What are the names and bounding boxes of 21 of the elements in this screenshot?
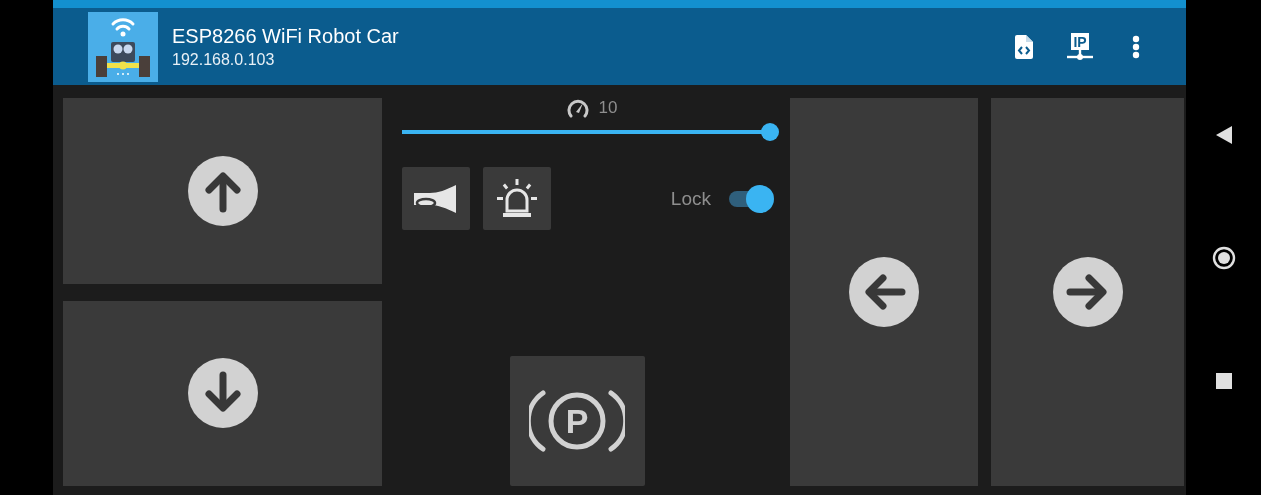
speedometer-icon bbox=[566, 98, 589, 118]
toggle-switch[interactable] bbox=[727, 183, 774, 214]
speed-reading: 10 bbox=[598, 98, 618, 118]
beacon-icon bbox=[497, 178, 537, 219]
arrow-button[interactable] bbox=[63, 300, 382, 486]
ip-address: 192.168.0.103 bbox=[172, 50, 276, 69]
parking-brake-button[interactable]: P bbox=[509, 356, 645, 486]
arrow-button[interactable] bbox=[790, 98, 978, 486]
more-icon bbox=[1132, 34, 1140, 59]
horn-button[interactable] bbox=[402, 167, 470, 230]
ip-button[interactable]: IP bbox=[1052, 24, 1108, 69]
app-title: ESP8266 WiFi Robot Car bbox=[172, 24, 400, 48]
home-icon[interactable] bbox=[1211, 246, 1236, 271]
arrow-button[interactable] bbox=[991, 98, 1184, 486]
back-icon[interactable] bbox=[1215, 126, 1232, 145]
lock-label: Lock bbox=[670, 187, 711, 210]
beacon-button[interactable] bbox=[483, 167, 551, 230]
speed-slider[interactable] bbox=[402, 123, 779, 141]
arrow-button[interactable] bbox=[63, 98, 382, 284]
code-file-icon bbox=[1015, 34, 1033, 59]
recents-icon[interactable] bbox=[1215, 372, 1232, 389]
